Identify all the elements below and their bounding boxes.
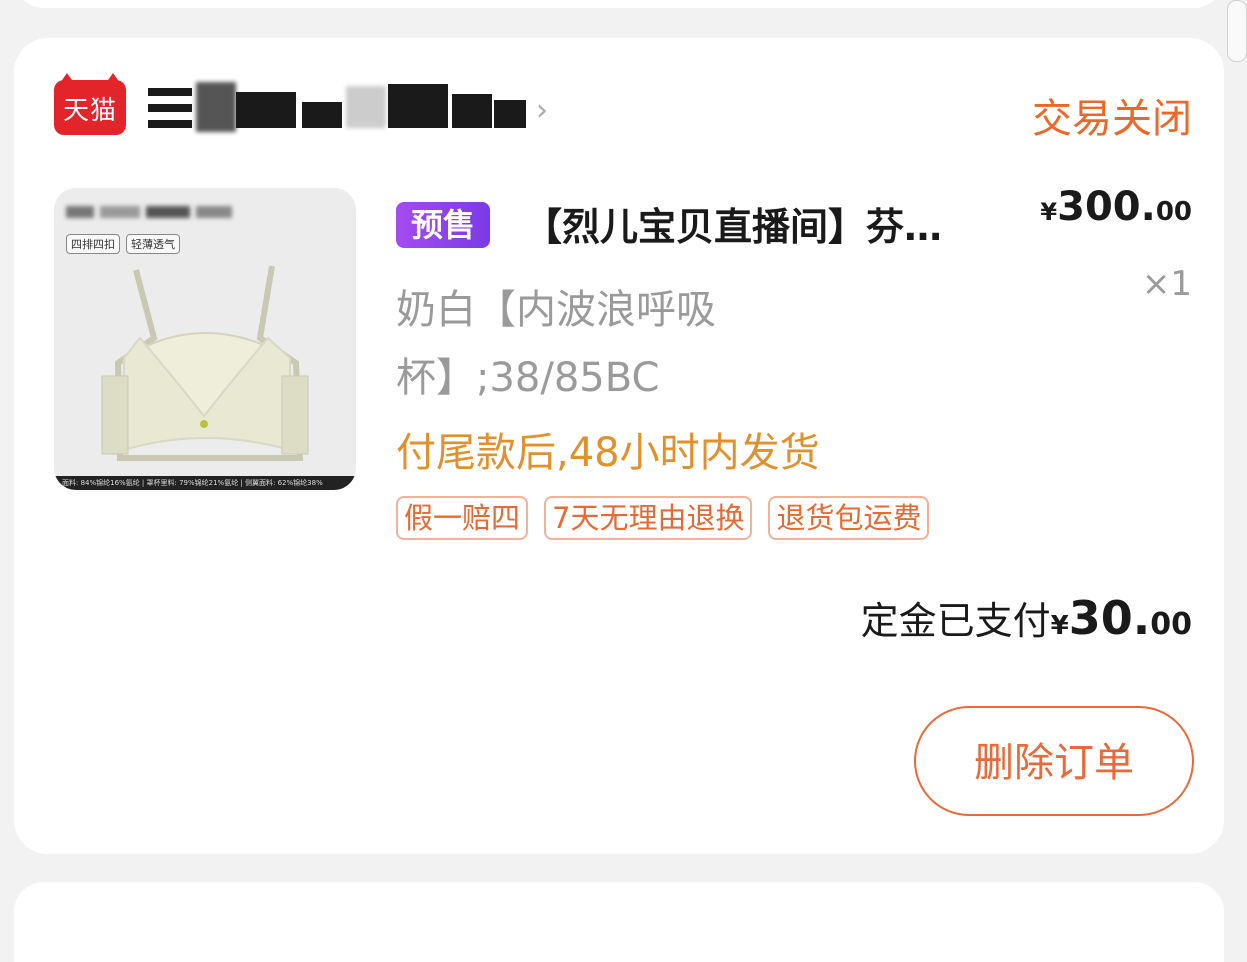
presale-badge: 预售 (396, 202, 490, 248)
service-tag: 假一赔四 (396, 496, 529, 540)
shipping-note: 付尾款后,48小时内发货 (396, 430, 820, 476)
delete-order-button[interactable]: 删除订单 (914, 706, 1194, 816)
price-integer: 300. (1057, 184, 1156, 230)
deposit-paid: 定金已支付¥30.00 (861, 590, 1192, 645)
product-spec: 奶白【内波浪呼吸杯】;38/85BC (396, 287, 716, 401)
scrollbar[interactable] (1227, 0, 1247, 62)
next-order-card (14, 882, 1224, 962)
deposit-currency: ¥ (1050, 611, 1069, 641)
service-tags: 假一赔四 7天无理由退换 退货包运费 (396, 496, 930, 540)
tmall-logo-icon: 天猫 (54, 73, 126, 135)
deposit-label: 定金已支付 (860, 599, 1051, 643)
price-currency: ¥ (1040, 198, 1058, 226)
product-title[interactable]: 【烈儿宝贝直播间】芬… (524, 202, 1034, 252)
order-card: 天猫 › 交易关闭 四排四扣 轻薄透气 面料: 84%锦纶16%氨纶 | 罩杯里… (14, 38, 1224, 854)
service-tag: 退货包运费 (768, 496, 930, 540)
product-quantity: ×1 (1141, 264, 1192, 304)
bra-illustration (101, 265, 309, 461)
shop-chevron-right-icon[interactable]: › (536, 93, 548, 128)
deposit-integer: 30. (1068, 591, 1151, 645)
product-price: ¥300.00 (1040, 184, 1192, 230)
previous-order-card (14, 0, 1224, 8)
product-image[interactable]: 四排四扣 轻薄透气 面料: 84%锦纶16%氨纶 | 罩杯里料: 79%锦纶21… (54, 188, 356, 490)
deposit-decimal: 00 (1150, 607, 1192, 642)
order-status: 交易关闭 (1032, 96, 1192, 142)
shop-name-redacted[interactable] (148, 82, 526, 132)
service-tag: 7天无理由退换 (544, 496, 753, 540)
image-material-strip: 面料: 84%锦纶16%氨纶 | 罩杯里料: 79%锦纶21%氨纶 | 侧翼面料… (54, 476, 356, 490)
tmall-logo-text: 天猫 (62, 95, 117, 125)
price-decimal: 00 (1155, 197, 1192, 227)
